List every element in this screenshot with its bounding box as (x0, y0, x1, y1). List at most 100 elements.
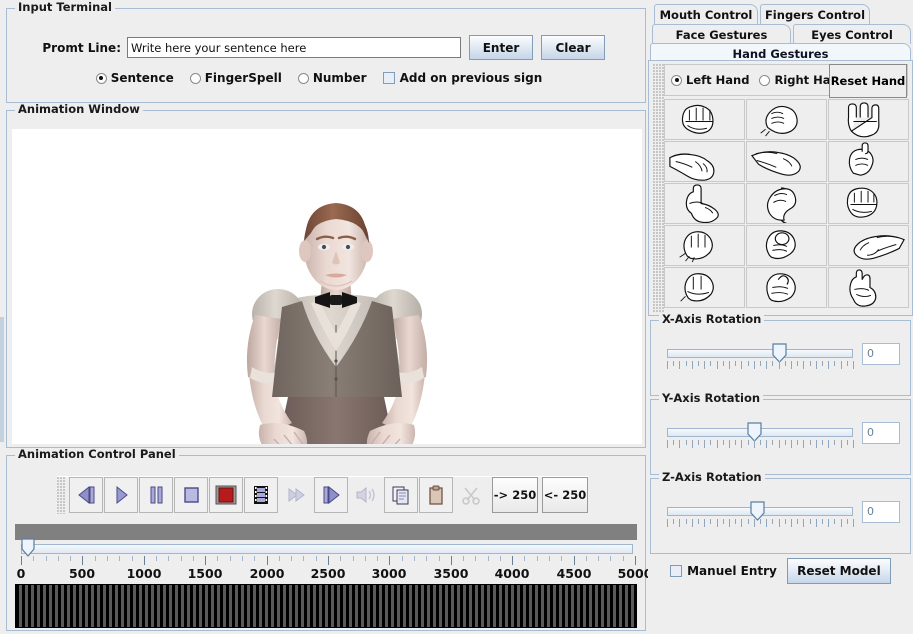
copy-icon (392, 486, 409, 505)
pause-button[interactable] (139, 477, 173, 513)
hand-sign-x[interactable] (828, 141, 909, 182)
y-axis-thumb-icon (747, 422, 762, 442)
hand-sign-b[interactable] (828, 99, 909, 140)
hand-sign-g-point-icon (750, 151, 801, 176)
radio-left-hand-label: Left Hand (686, 73, 750, 87)
hand-sign-t[interactable] (746, 267, 827, 308)
hand-sign-n-icon (679, 273, 714, 302)
play-icon (116, 485, 128, 505)
hand-gestures-scrollpane: Left Hand Right Hand Reset Hand (653, 64, 910, 313)
timeline-slider-thumb[interactable] (21, 538, 35, 557)
back-250-button[interactable]: <- 250 (542, 477, 588, 513)
timeline-tick-label: 2500 (310, 566, 346, 581)
paste-icon (429, 485, 443, 505)
hand-sign-m[interactable] (664, 225, 745, 266)
checkbox-add-previous-label: Add on previous sign (399, 71, 543, 85)
enter-button[interactable]: Enter (469, 35, 533, 60)
hand-sign-n[interactable] (664, 267, 745, 308)
hand-sign-e[interactable] (746, 99, 827, 140)
prompt-line-label: Promt Line: (42, 40, 121, 55)
timeline-tick-label: 4000 (494, 566, 530, 581)
y-axis-value-field[interactable]: 0 (862, 422, 900, 444)
timeline-header-bar (15, 524, 637, 540)
hand-sign-o[interactable] (746, 225, 827, 266)
timeline-tick-label: 3000 (371, 566, 407, 581)
tab-fingers-control[interactable]: Fingers Control (760, 4, 870, 24)
reset-hand-button[interactable]: Reset Hand (829, 64, 907, 98)
radio-fingerspell[interactable]: FingerSpell (189, 71, 282, 85)
hand-gestures-scrollbar[interactable] (653, 64, 664, 313)
x-axis-slider-track[interactable] (667, 349, 853, 358)
hand-gestures-content: Left Hand Right Hand Reset Hand (664, 64, 910, 313)
radio-sentence[interactable]: Sentence (95, 71, 174, 85)
hand-sign-k-icon (848, 269, 876, 307)
hand-sign-a-icon (681, 104, 714, 134)
hand-sign-t-icon (765, 273, 796, 303)
application-window: Input Terminal Promt Line: Enter Clear S… (0, 0, 913, 634)
checkbox-add-previous[interactable]: Add on previous sign (382, 71, 543, 85)
toolbar-drag-handle[interactable] (57, 477, 66, 514)
checkbox-manuel-entry[interactable]: Manuel Entry (670, 564, 777, 578)
hand-sign-g-point[interactable] (746, 141, 827, 182)
hand-sign-l[interactable] (664, 183, 745, 224)
paste-button[interactable] (419, 477, 453, 513)
avatar-3d-canvas[interactable] (12, 129, 642, 444)
timeline-ruler-labels: 0 500 1000 1500 2000 2500 3000 3500 4000 4500 5000 (7, 566, 653, 582)
reset-model-button[interactable]: Reset Model (786, 558, 891, 584)
hand-sign-c[interactable] (746, 183, 827, 224)
hand-sign-point-right[interactable] (828, 225, 909, 266)
timeline-thumb-icon (21, 538, 35, 557)
radio-left-hand[interactable]: Left Hand (671, 73, 749, 87)
step-forward-button[interactable] (314, 477, 348, 513)
record-button[interactable] (209, 477, 243, 513)
radio-sentence-label: Sentence (110, 71, 174, 85)
input-terminal-panel: Input Terminal Promt Line: Enter Clear S… (6, 1, 647, 103)
prompt-row: Promt Line: Enter Clear (7, 35, 647, 60)
prompt-input[interactable] (127, 37, 461, 58)
copy-button[interactable] (384, 477, 418, 513)
z-axis-thumb-icon (750, 501, 765, 521)
record-icon (215, 485, 237, 505)
x-axis-slider-thumb[interactable] (772, 343, 787, 363)
timeline-tick-label: 0 (16, 566, 26, 581)
x-axis-value-field[interactable]: 0 (862, 343, 900, 365)
timeline-tick-label: 4500 (556, 566, 592, 581)
z-axis-rotation-panel: Z-Axis Rotation 0 (650, 471, 911, 554)
hand-sign-s[interactable] (828, 183, 909, 224)
tab-mouth-control[interactable]: Mouth Control (654, 4, 758, 24)
animation-control-panel: Animation Control Panel -> 250 <- 250 0 … (6, 448, 653, 631)
animation-window-panel: Animation Window (6, 103, 646, 448)
hand-sign-point-right-icon (853, 235, 905, 260)
play-button[interactable] (104, 477, 138, 513)
forward-250-button[interactable]: -> 250 (492, 477, 538, 513)
stop-button[interactable] (174, 477, 208, 513)
keyframe-track[interactable] (15, 584, 637, 628)
z-axis-slider-thumb[interactable] (750, 501, 765, 521)
clear-button[interactable]: Clear (541, 35, 605, 60)
input-terminal-title: Input Terminal (15, 1, 115, 13)
hand-sign-b-icon (847, 102, 879, 138)
tab-eyes-control[interactable]: Eyes Control (793, 24, 911, 44)
y-axis-rotation-panel: Y-Axis Rotation 0 (650, 392, 911, 475)
x-axis-thumb-icon (772, 343, 787, 363)
timeline-ruler (21, 556, 636, 566)
hand-sign-a[interactable] (664, 99, 745, 140)
tab-face-gestures[interactable]: Face Gestures (652, 24, 791, 44)
radio-number[interactable]: Number (297, 71, 367, 85)
hand-selector-row: Left Hand Right Hand Reset Hand (664, 64, 908, 98)
step-back-button[interactable] (69, 477, 103, 513)
playback-toolbar: -> 250 <- 250 (57, 476, 589, 514)
sound-icon (356, 486, 375, 504)
hand-sign-d-point[interactable] (664, 141, 745, 182)
cut-button[interactable] (454, 477, 488, 513)
sound-button[interactable] (349, 477, 383, 513)
y-axis-slider-thumb[interactable] (747, 422, 762, 442)
fast-forward-button[interactable] (279, 477, 313, 513)
z-axis-value-field[interactable]: 0 (862, 501, 900, 523)
model-controls-row: Manuel Entry Reset Model (648, 558, 913, 584)
x-axis-ticks (667, 361, 855, 369)
timeline-slider-track[interactable] (21, 544, 633, 554)
film-strip-button[interactable] (244, 477, 278, 513)
hand-sign-k[interactable] (828, 267, 909, 308)
hand-sign-l-icon (685, 184, 719, 223)
